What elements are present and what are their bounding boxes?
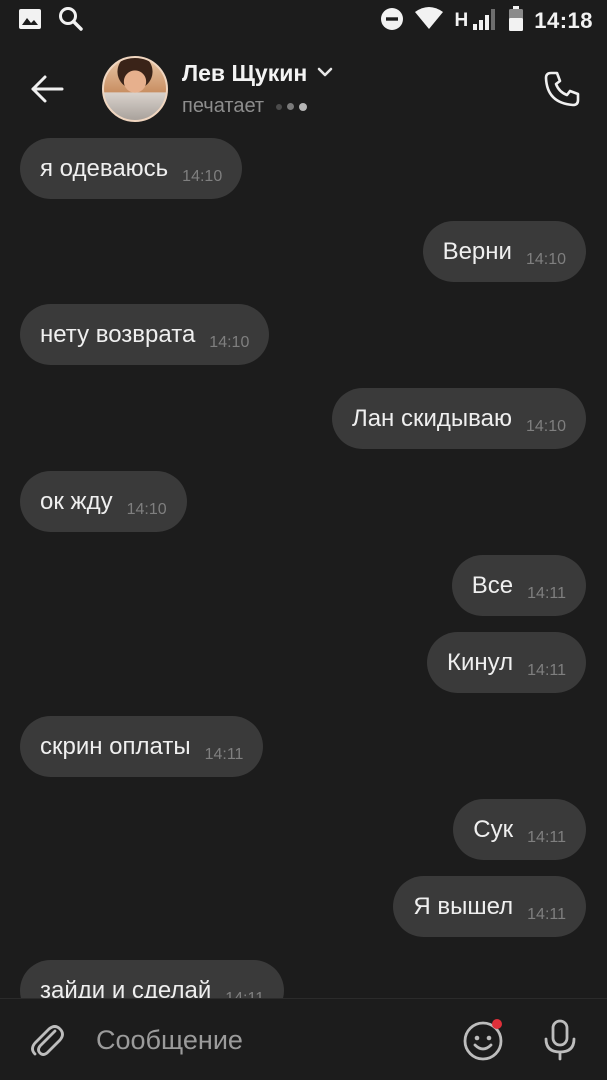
message-text: Верни (442, 237, 512, 265)
message-time: 14:11 (225, 989, 265, 999)
call-button[interactable] (541, 68, 583, 110)
do-not-disturb-icon (380, 7, 404, 36)
contact-status-row: печатает (182, 95, 333, 118)
gallery-icon (18, 8, 42, 35)
message-bubble-incoming[interactable]: зайди и сделай 14:11 (20, 960, 285, 999)
attach-icon (31, 1025, 64, 1056)
message-bubble-incoming[interactable]: скрин оплаты 14:11 (20, 716, 264, 777)
emoji-button[interactable] (460, 1017, 506, 1063)
message-text: нету возврата (40, 320, 196, 348)
chat-header: Лев Щукин печатает (0, 42, 607, 138)
message-text: Я вышел (413, 892, 514, 920)
message-bubble-outgoing[interactable]: Верни 14:10 (422, 221, 586, 282)
phone-icon (544, 71, 580, 107)
search-icon (58, 6, 84, 37)
message-time: 14:11 (527, 584, 566, 602)
message-list[interactable]: я одеваюсь 14:10 Верни 14:10 нету возвра… (0, 138, 607, 998)
status-time: 14:18 (534, 8, 593, 33)
message-time: 14:10 (525, 250, 566, 268)
message-bubble-incoming[interactable]: ок жду 14:10 (20, 471, 187, 532)
typing-indicator-icon (276, 102, 308, 111)
message-time: 14:11 (204, 745, 244, 763)
notification-dot (492, 1019, 502, 1029)
message-time: 14:11 (527, 661, 566, 679)
contact-avatar[interactable] (102, 56, 168, 122)
message-bubble-outgoing[interactable]: Лан скидываю 14:10 (331, 388, 586, 449)
message-time: 14:10 (209, 333, 250, 351)
message-bubble-outgoing[interactable]: Я вышел 14:11 (393, 876, 586, 937)
message-bubble-outgoing[interactable]: Кинул 14:11 (427, 632, 586, 693)
status-left (18, 6, 84, 37)
network-type-label: H (454, 10, 469, 31)
contact-info[interactable]: Лев Щукин печатает (182, 60, 333, 118)
chevron-down-icon[interactable] (317, 65, 333, 83)
message-text: Сук (473, 815, 514, 843)
message-time: 14:10 (182, 167, 223, 185)
battery-icon (508, 5, 524, 37)
status-right: H 14:18 (380, 5, 593, 37)
message-text: зайди и сделай (40, 976, 212, 999)
wifi-icon (414, 6, 444, 36)
microphone-icon (544, 1019, 576, 1061)
message-input[interactable] (96, 1019, 436, 1061)
message-text: Кинул (447, 648, 514, 676)
back-button[interactable] (26, 68, 68, 110)
signal-icon (472, 7, 498, 36)
status-bar: H 14:18 (0, 0, 607, 42)
message-bubble-incoming[interactable]: я одеваюсь 14:10 (20, 138, 243, 199)
message-text: Все (471, 571, 514, 599)
message-time: 14:10 (525, 417, 566, 435)
chat-screen: H 14:18 Лев Щукин печатает я одеваюсь 14… (0, 0, 607, 1080)
message-time: 14:11 (527, 905, 566, 923)
attach-button[interactable] (26, 1019, 68, 1061)
message-composer (0, 998, 607, 1080)
contact-name-row[interactable]: Лев Щукин (182, 60, 333, 87)
message-time: 14:10 (126, 500, 167, 518)
voice-record-button[interactable] (538, 1017, 582, 1063)
message-bubble-outgoing[interactable]: Сук 14:11 (453, 799, 586, 860)
message-text: я одеваюсь (40, 154, 169, 182)
message-text: скрин оплаты (40, 732, 191, 760)
typing-status: печатает (182, 95, 265, 117)
message-bubble-incoming[interactable]: нету возврата 14:10 (20, 304, 270, 365)
back-arrow-icon (31, 75, 64, 103)
message-text: Лан скидываю (351, 404, 512, 432)
message-bubble-outgoing[interactable]: Все 14:11 (451, 555, 586, 616)
contact-name[interactable]: Лев Щукин (182, 60, 307, 87)
message-time: 14:11 (527, 828, 566, 846)
message-text: ок жду (40, 487, 113, 515)
